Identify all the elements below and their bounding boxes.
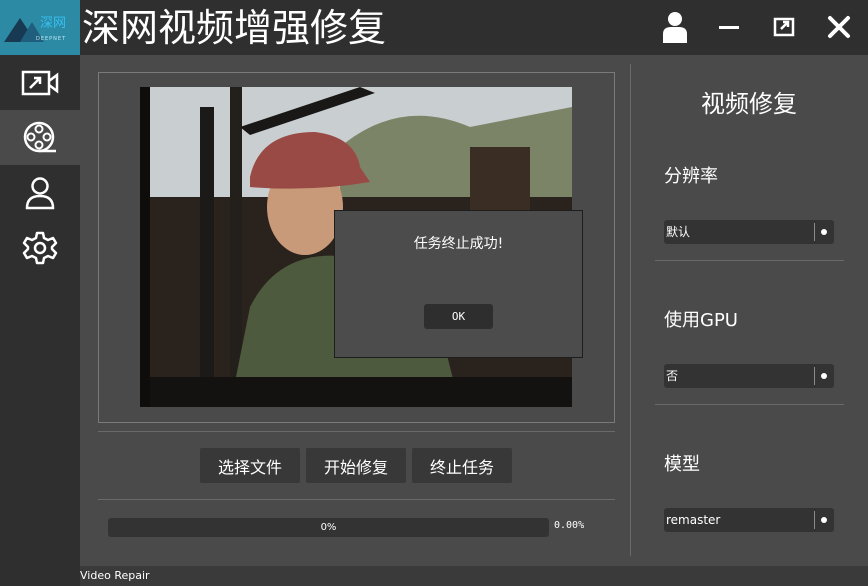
sidebar-item-user[interactable]: [0, 165, 80, 220]
sidebar: [0, 55, 80, 586]
progress-bar: 0%: [108, 518, 549, 537]
progress-percent: 0.00%: [554, 520, 585, 531]
gpu-value: 否: [666, 369, 679, 383]
close-button[interactable]: [822, 10, 856, 44]
close-icon: [828, 16, 850, 38]
dropdown-indicator-icon: [821, 229, 827, 235]
status-text: Video Repair: [80, 569, 150, 582]
dropdown-indicator-icon: [821, 373, 827, 379]
dropdown-indicator-icon: [821, 517, 827, 523]
user-icon: [663, 12, 687, 43]
resolution-value: 默认: [666, 225, 691, 239]
app-logo: 深网 DEEPNET: [0, 0, 80, 55]
panel-title: 视频修复: [701, 90, 797, 118]
stop-task-button[interactable]: 终止任务: [412, 448, 512, 483]
sidebar-item-settings[interactable]: [0, 220, 80, 275]
app-window: 深网 DEEPNET 深网视频增强修复 任务终止成功! OK 选择文件 开始修复…: [0, 0, 868, 586]
divider: [655, 404, 844, 405]
status-bar: Video Repair: [80, 566, 868, 586]
panel-separator: [630, 64, 631, 556]
restore-icon: [773, 17, 795, 37]
divider: [98, 431, 615, 432]
gear-icon: [22, 231, 58, 264]
gpu-label: 使用GPU: [664, 310, 738, 331]
sidebar-item-video-import[interactable]: [0, 55, 80, 110]
video-arrow-icon: [21, 70, 59, 95]
model-select[interactable]: remaster: [664, 508, 834, 532]
film-reel-icon: [23, 121, 56, 152]
divider: [655, 260, 844, 261]
select-file-button[interactable]: 选择文件: [200, 448, 300, 483]
model-value: remaster: [666, 513, 721, 527]
user-icon: [25, 176, 55, 209]
app-title: 深网视频增强修复: [82, 6, 387, 50]
resolution-label: 分辨率: [664, 166, 718, 187]
logo-brand: 深网: [40, 16, 67, 31]
logo-subtext: DEEPNET: [36, 36, 67, 42]
gpu-select[interactable]: 否: [664, 364, 834, 388]
sidebar-item-video-repair[interactable]: [0, 110, 80, 165]
title-bar: 深网 DEEPNET 深网视频增强修复: [0, 0, 868, 55]
restore-button[interactable]: [768, 10, 802, 44]
minimize-button[interactable]: [712, 10, 746, 44]
minimize-icon: [719, 26, 739, 29]
message-dialog: 任务终止成功! OK: [334, 210, 583, 358]
divider: [98, 499, 615, 500]
start-repair-button[interactable]: 开始修复: [306, 448, 406, 483]
user-button[interactable]: [658, 10, 692, 44]
progress-bar-label: 0%: [320, 522, 337, 533]
dialog-message: 任务终止成功!: [413, 236, 504, 252]
dialog-ok-button[interactable]: OK: [424, 304, 493, 329]
model-label: 模型: [664, 454, 700, 475]
resolution-select[interactable]: 默认: [664, 220, 834, 244]
